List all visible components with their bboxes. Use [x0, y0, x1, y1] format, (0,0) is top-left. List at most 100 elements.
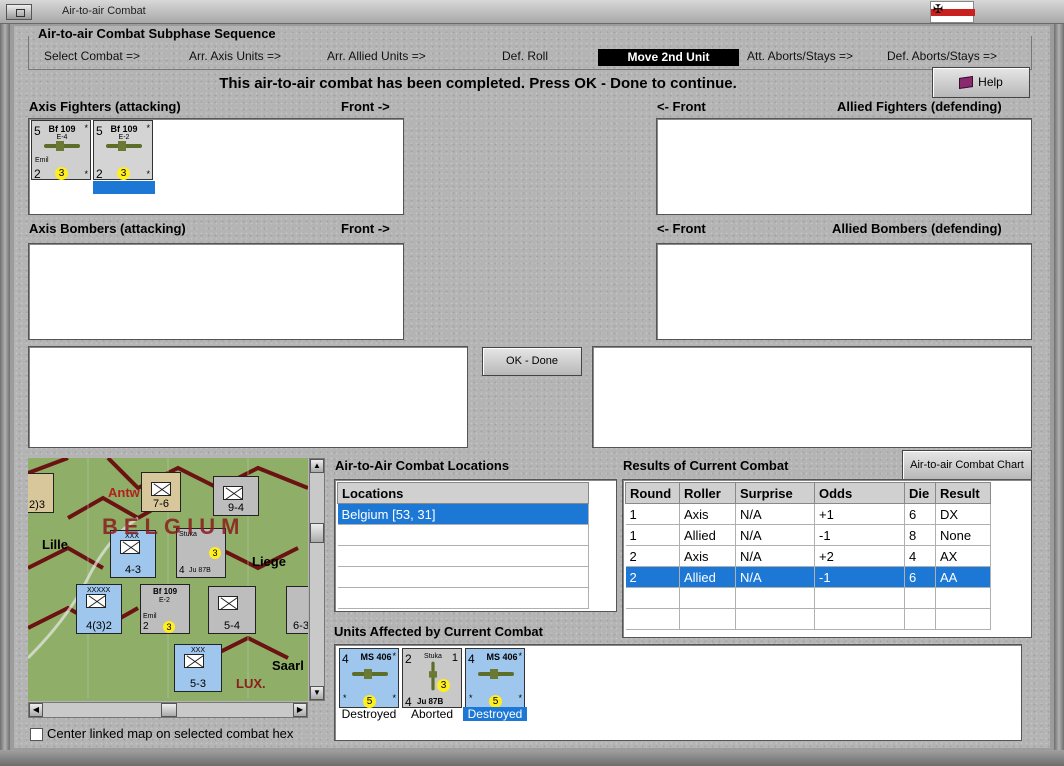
unit-caption: Destroyed [341, 707, 397, 721]
map-vertical-scrollbar[interactable]: ▲ ▼ [309, 458, 325, 701]
counter-variant: E-2 [159, 597, 170, 604]
help-label: Help [978, 75, 1003, 89]
hex-value: 4(3)2 [86, 620, 112, 632]
cell-surprise: N/A [735, 524, 815, 546]
star-icon: * [84, 169, 88, 179]
col-odds: Odds [814, 482, 905, 504]
counter-range-coin: 3 [117, 167, 130, 180]
locations-title: Air-to-Air Combat Locations [335, 458, 510, 473]
table-row[interactable] [625, 608, 991, 630]
map-horizontal-scrollbar[interactable]: ◀ ▶ [28, 702, 308, 718]
map-unit-hex[interactable]: 9-4 [213, 476, 259, 516]
axis-bombers-front: Front -> [341, 221, 390, 236]
map-unit-hex[interactable]: XXX 5-3 [174, 644, 222, 692]
cell-odds: -1 [814, 566, 905, 588]
scroll-thumb[interactable] [161, 703, 177, 717]
axis-bombers-panel[interactable] [28, 243, 404, 340]
affected-units-panel[interactable]: 4 MS 406 * * 5 * Destroyed 2 Stuka 1 3 4… [334, 644, 1022, 741]
help-button[interactable]: Help [932, 67, 1030, 98]
star-icon: * [518, 651, 522, 661]
cell-result: AA [935, 566, 991, 588]
title-bar[interactable]: Air-to-air Combat ✠ [0, 0, 1064, 24]
counter-pilot: Emil [35, 157, 49, 164]
map-label-lux: LUX. [236, 676, 266, 691]
col-die: Die [904, 482, 936, 504]
map-bf109-counter[interactable]: Bf 109 E-2 Emil 2 3 [140, 584, 190, 634]
unit-counter[interactable]: 4 MS 406 * * 5 * [339, 648, 399, 708]
table-row[interactable] [337, 566, 589, 588]
results-table-panel[interactable]: Round Roller Surprise Odds Die Result 1A… [622, 479, 1032, 638]
table-row-selected[interactable]: 2 Allied N/A -1 6 AA [625, 566, 991, 588]
col-roller: Roller [679, 482, 736, 504]
step-arr-axis: Arr. Axis Units => [189, 49, 282, 63]
axis-fighters-label: Axis Fighters (attacking) [29, 99, 181, 114]
cell-roller: Axis [679, 545, 736, 567]
table-row[interactable]: 2 Axis N/A +2 4 AX [625, 545, 991, 567]
combat-chart-button[interactable]: Air-to-air Combat Chart [902, 450, 1032, 480]
scroll-up-icon[interactable]: ▲ [310, 459, 324, 473]
window-frame-bottom [0, 750, 1064, 766]
step-select-combat: Select Combat => [44, 49, 141, 63]
cell-odds: -1 [814, 524, 905, 546]
system-menu-icon[interactable] [6, 4, 32, 20]
cell-roller: Allied [679, 524, 736, 546]
locations-header: Locations [337, 482, 589, 504]
table-row[interactable]: Belgium [53, 31] [337, 503, 589, 525]
scroll-left-icon[interactable]: ◀ [29, 703, 43, 717]
table-row[interactable] [337, 587, 589, 609]
col-round: Round [625, 482, 680, 504]
allied-bombers-panel[interactable] [656, 243, 1032, 340]
window-title: Air-to-air Combat [62, 5, 146, 17]
counter-range-coin: 3 [55, 167, 68, 180]
hex-value: 9-4 [228, 502, 244, 514]
map-label-saarl: Saarl [272, 658, 304, 673]
step-def-roll: Def. Roll [502, 49, 549, 63]
step-move-2nd-unit: Move 2nd Unit [598, 49, 739, 66]
locations-list[interactable]: Locations Belgium [53, 31] [334, 479, 617, 612]
scroll-right-icon[interactable]: ▶ [293, 703, 307, 717]
scroll-thumb[interactable] [310, 523, 324, 543]
table-row[interactable]: 1 Allied N/A -1 8 None [625, 524, 991, 546]
center-map-checkbox[interactable] [30, 728, 43, 741]
counter-range-coin: 3 [209, 547, 221, 559]
center-map-label: Center linked map on selected combat hex [47, 726, 294, 741]
cell-result: AX [935, 545, 991, 567]
map-unit-hex[interactable]: 7-6 [141, 472, 181, 512]
star-icon: * [146, 123, 150, 133]
col-surprise: Surprise [735, 482, 815, 504]
affected-title: Units Affected by Current Combat [334, 624, 543, 639]
book-icon [959, 76, 974, 90]
bomber-plane-icon [429, 658, 437, 693]
cell-surprise: N/A [735, 566, 815, 588]
unit-counter[interactable]: 5 Bf 109 E-2 * 2 3 * [93, 120, 153, 181]
table-row[interactable]: 1 Axis N/A +1 6 DX [625, 503, 991, 525]
map-unit-hex[interactable]: 2)3 [28, 473, 54, 513]
unit-counter[interactable]: 5 Bf 109 E-4 * Emil 2 3 * [31, 120, 91, 181]
selection-bar [93, 181, 155, 194]
results-table: Round Roller Surprise Odds Die Result 1A… [625, 482, 991, 630]
fighter-plane-icon [474, 669, 518, 679]
map-unit-hex[interactable]: 6-3 [286, 586, 308, 634]
table-row[interactable] [337, 545, 589, 567]
counter-name: MS 406 [360, 652, 392, 662]
map-unit-hex[interactable]: 5-4 [208, 586, 256, 634]
counter-value: 1 [451, 652, 458, 664]
ok-done-button[interactable]: OK - Done [482, 347, 582, 376]
subphase-title: Air-to-air Combat Subphase Sequence [36, 26, 278, 41]
counter-value: 2 [143, 621, 149, 632]
linked-map[interactable]: 2)3 7-6 9-4 XXX 4-3 Stuka 3 4 Ju 87B XXXX… [28, 458, 308, 701]
axis-fighters-panel[interactable]: 5 Bf 109 E-4 * Emil 2 3 * 5 Bf 109 E-2 *… [28, 118, 404, 215]
allied-fighters-panel[interactable] [656, 118, 1032, 215]
cell-round: 1 [625, 503, 680, 525]
table-row[interactable] [337, 524, 589, 546]
map-unit-hex[interactable]: XXXXX 4(3)2 [76, 584, 122, 634]
counter-model: Ju 87B [189, 567, 211, 574]
unit-counter[interactable]: 4 MS 406 * * 5 * [465, 648, 525, 708]
table-row[interactable] [625, 587, 991, 609]
flag-icon: ✠ [930, 1, 975, 23]
step-def-aborts: Def. Aborts/Stays => [887, 49, 998, 63]
unit-counter[interactable]: 2 Stuka 1 3 4 Ju 87B [402, 648, 462, 709]
col-result: Result [935, 482, 991, 504]
counter-name: Bf 109 [48, 124, 76, 134]
scroll-down-icon[interactable]: ▼ [310, 686, 324, 700]
